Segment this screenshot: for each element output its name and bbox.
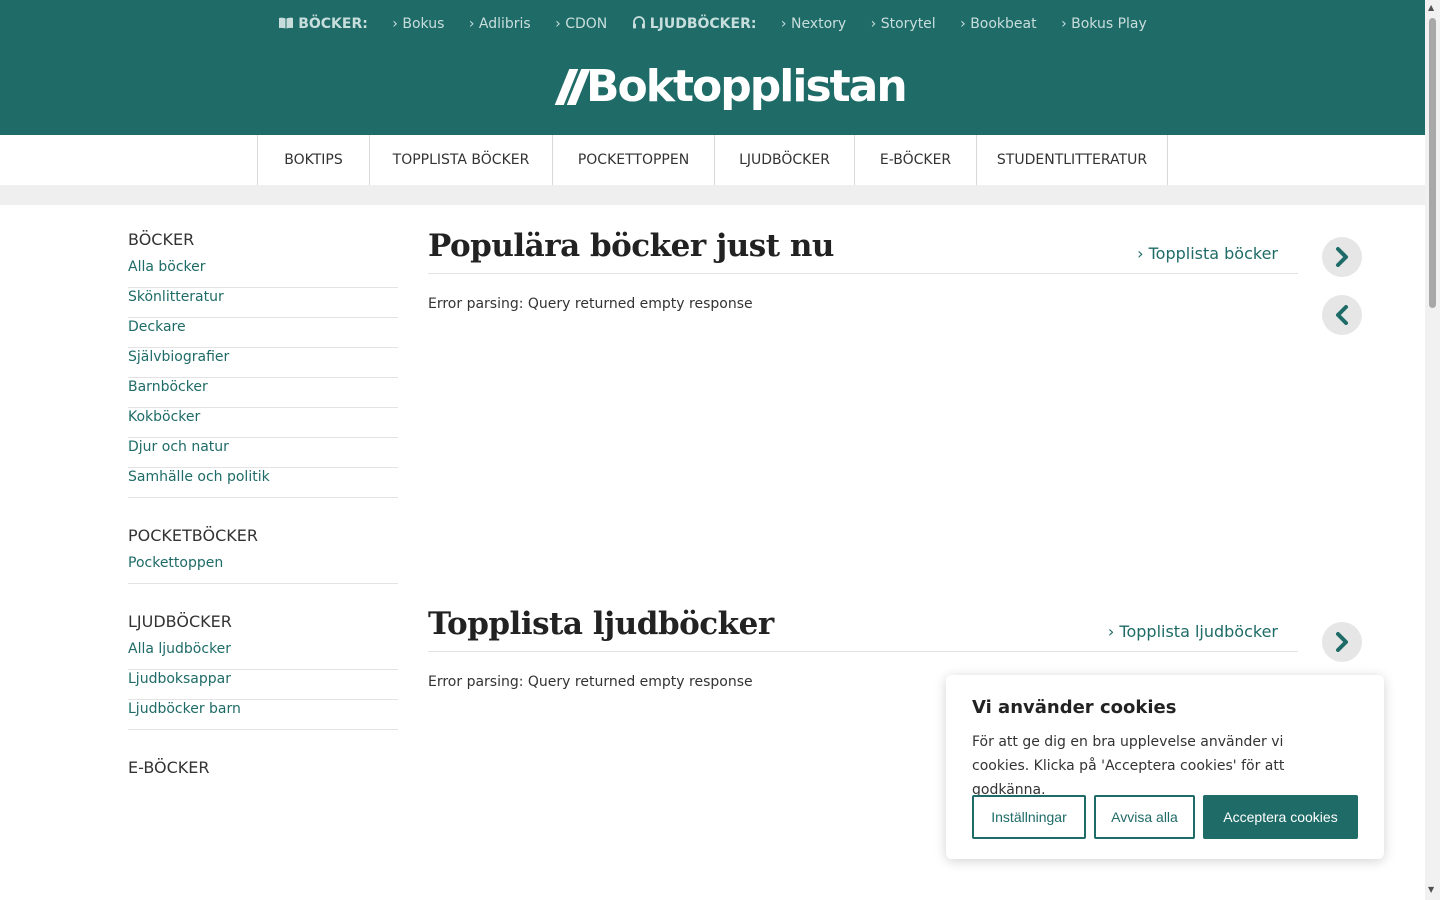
cookie-accept-button[interactable]: Acceptera cookies xyxy=(1203,795,1358,839)
books-group-label: BÖCKER: xyxy=(298,16,368,32)
retailer-links: BÖCKER: › Bokus › Adlibris › CDON LJUDBÖ… xyxy=(0,16,1425,32)
headphones-icon xyxy=(632,16,645,29)
link-cdon[interactable]: › CDON xyxy=(555,16,607,32)
link-bokus-play[interactable]: › Bokus Play xyxy=(1061,16,1147,32)
sidebar-group-pocket: POCKETBÖCKER Pockettoppen xyxy=(128,526,398,584)
link-topplista-bocker[interactable]: › Topplista böcker xyxy=(1137,244,1278,263)
site-logo[interactable]: Boktopplistan xyxy=(552,58,908,116)
nav-topplista-bocker[interactable]: TOPPLISTA BÖCKER xyxy=(370,135,553,185)
link-bokus[interactable]: › Bokus xyxy=(392,16,444,32)
logo-text: Boktopplistan xyxy=(586,61,908,112)
cookie-text: För att ge dig en bra upplevelse använde… xyxy=(972,734,1285,798)
sidebar-heading: E-BÖCKER xyxy=(128,758,210,777)
link-bookbeat[interactable]: › Bookbeat xyxy=(960,16,1036,32)
audio-group: LJUDBÖCKER: xyxy=(632,16,757,32)
audio-group-label: LJUDBÖCKER: xyxy=(649,16,757,32)
link-storytel[interactable]: › Storytel xyxy=(871,16,936,32)
main-content: Populära böcker just nu › Topplista böck… xyxy=(428,226,1298,690)
scroll-down-arrow-icon[interactable]: ▼ xyxy=(1428,885,1434,894)
logo-mark xyxy=(552,67,591,107)
error-message: Error parsing: Query returned empty resp… xyxy=(428,296,753,312)
carousel-next-button-audio[interactable] xyxy=(1322,622,1362,662)
cookie-consent-dialog: Vi använder cookies För att ge dig en br… xyxy=(946,675,1384,859)
site-header: BÖCKER: › Bokus › Adlibris › CDON LJUDBÖ… xyxy=(0,0,1425,135)
nav-divider xyxy=(0,185,1425,205)
sidebar: BÖCKER Alla böcker Skönlitteratur Deckar… xyxy=(128,230,398,806)
nav-pockettoppen[interactable]: POCKETTOPPEN xyxy=(553,135,715,185)
link-topplista-ljudbocker[interactable]: › Topplista ljudböcker xyxy=(1108,622,1278,641)
scrollbar-thumb[interactable] xyxy=(1429,18,1436,308)
chevron-right-icon xyxy=(1336,632,1348,652)
carousel-prev-button[interactable] xyxy=(1322,295,1362,335)
cookie-reject-button[interactable]: Avvisa alla xyxy=(1094,795,1195,839)
chevron-left-icon xyxy=(1336,305,1348,325)
books-group: BÖCKER: xyxy=(278,16,368,32)
section-title: Populära böcker just nu xyxy=(428,228,834,264)
sidebar-group-audio: LJUDBÖCKER Alla ljudböcker Ljudboksappar… xyxy=(128,612,398,730)
chevron-right-icon xyxy=(1336,247,1348,267)
carousel-next-button[interactable] xyxy=(1322,237,1362,277)
nav-boktips[interactable]: BOKTIPS xyxy=(258,135,370,185)
section-title: Topplista ljudböcker xyxy=(428,606,774,642)
sidebar-item-pockettoppen[interactable]: Pockettoppen xyxy=(128,543,398,584)
section-popular-books: Populära böcker just nu › Topplista böck… xyxy=(428,226,1298,312)
nav-studentlitteratur[interactable]: STUDENTLITTERATUR xyxy=(977,135,1168,185)
link-nextory[interactable]: › Nextory xyxy=(781,16,846,32)
sidebar-item-ljudbocker-barn[interactable]: Ljudböcker barn xyxy=(128,689,398,730)
open-book-icon xyxy=(279,17,294,29)
nav-ljudbocker[interactable]: LJUDBÖCKER xyxy=(715,135,855,185)
sidebar-group-books: BÖCKER Alla böcker Skönlitteratur Deckar… xyxy=(128,230,398,498)
cookie-title: Vi använder cookies xyxy=(972,697,1177,718)
sidebar-group-ebooks: E-BÖCKER xyxy=(128,758,398,778)
nav-e-bocker[interactable]: E-BÖCKER xyxy=(855,135,977,185)
page-scrollbar[interactable]: ▲ ▼ xyxy=(1425,0,1440,900)
main-nav: BOKTIPS TOPPLISTA BÖCKER POCKETTOPPEN LJ… xyxy=(0,135,1425,185)
scroll-up-arrow-icon[interactable]: ▲ xyxy=(1428,3,1434,12)
link-adlibris[interactable]: › Adlibris xyxy=(469,16,531,32)
sidebar-item-samhalle-och-politik[interactable]: Samhälle och politik xyxy=(128,457,398,498)
cookie-settings-button[interactable]: Inställningar xyxy=(972,795,1086,839)
